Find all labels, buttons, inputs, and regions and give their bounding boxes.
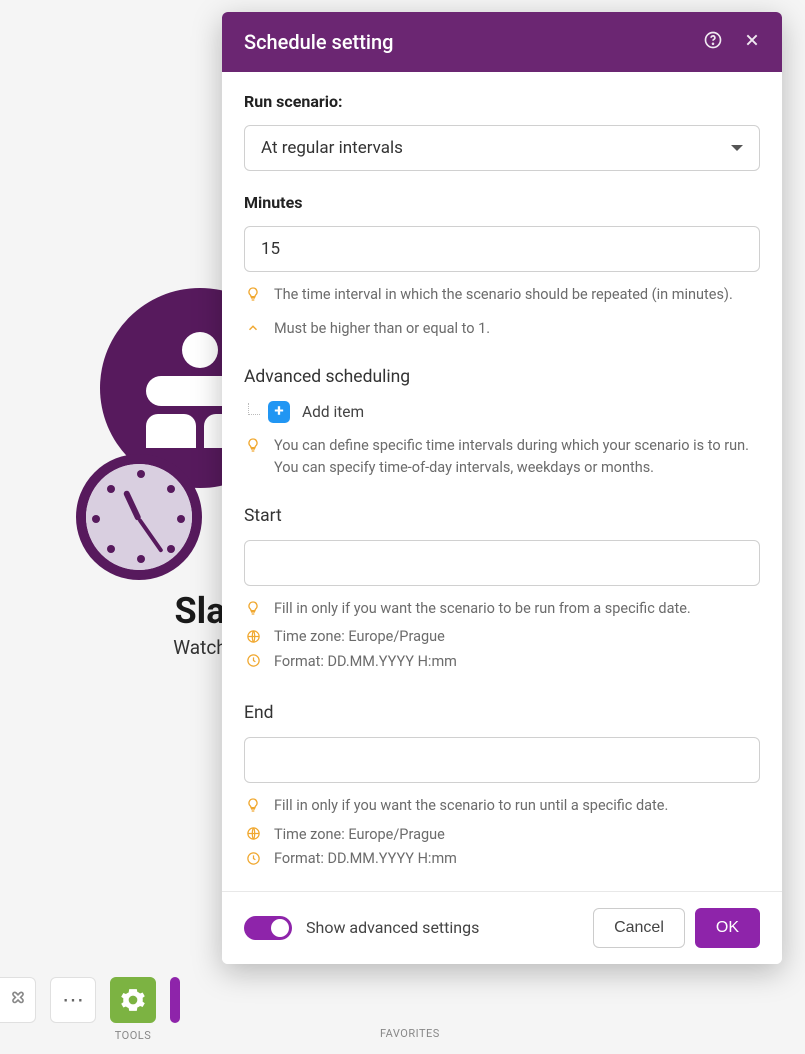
bulb-icon (244, 599, 262, 617)
start-timezone: Time zone: Europe/Prague (274, 626, 445, 648)
clock-icon (86, 464, 192, 570)
advanced-hint: You can define specific time intervals d… (274, 435, 760, 480)
globe-icon (244, 825, 262, 843)
start-label: Start (244, 506, 760, 526)
end-format: Format: DD.MM.YYYY H:mm (274, 848, 457, 870)
start-format: Format: DD.MM.YYYY H:mm (274, 651, 457, 673)
modal-body: Run scenario: At regular intervals Minut… (222, 72, 782, 891)
modal-header: Schedule setting (222, 12, 782, 72)
minutes-hint: The time interval in which the scenario … (274, 284, 733, 306)
chevron-down-icon (731, 145, 743, 151)
warning-icon (244, 319, 262, 337)
bulb-icon (244, 796, 262, 814)
bulb-icon (244, 285, 262, 303)
minutes-constraint: Must be higher than or equal to 1. (274, 318, 490, 340)
end-timezone: Time zone: Europe/Prague (274, 824, 445, 846)
favorites-caption: FAVORITES (380, 1027, 440, 1040)
show-advanced-label: Show advanced settings (306, 918, 479, 937)
help-icon (704, 31, 722, 49)
schedule-clock-badge[interactable] (76, 454, 202, 580)
end-input[interactable] (244, 737, 760, 783)
modal-title: Schedule setting (244, 30, 393, 54)
minutes-input[interactable] (244, 226, 760, 272)
tools-button[interactable] (110, 977, 156, 1023)
plugin-icon (7, 989, 29, 1011)
more-icon: ⋯ (62, 988, 84, 1013)
schedule-setting-modal: Schedule setting Run scenario: At regula… (222, 12, 782, 964)
show-advanced-toggle[interactable] (244, 916, 292, 940)
bottom-toolbar: ⋯ TOOLS (0, 977, 180, 1042)
tools-caption: TOOLS (115, 1029, 152, 1042)
add-item-label[interactable]: Add item (302, 403, 364, 421)
plugin-button[interactable] (0, 977, 36, 1023)
clock-icon (244, 652, 262, 670)
run-scenario-value: At regular intervals (261, 138, 403, 158)
end-hint: Fill in only if you want the scenario to… (274, 795, 668, 817)
minutes-label: Minutes (244, 193, 760, 212)
end-label: End (244, 703, 760, 723)
start-hint: Fill in only if you want the scenario to… (274, 598, 691, 620)
globe-icon (244, 627, 262, 645)
cancel-button[interactable]: Cancel (593, 908, 685, 948)
help-button[interactable] (704, 31, 722, 54)
add-item-button[interactable]: + (268, 401, 290, 423)
close-icon (744, 32, 760, 48)
tree-indent-icon (248, 403, 260, 415)
gear-icon (120, 987, 146, 1013)
advanced-scheduling-label: Advanced scheduling (244, 367, 760, 387)
ok-button[interactable]: OK (695, 908, 760, 948)
start-input[interactable] (244, 540, 760, 586)
run-scenario-label: Run scenario: (244, 92, 760, 111)
modal-footer: Show advanced settings Cancel OK (222, 891, 782, 964)
run-scenario-select[interactable]: At regular intervals (244, 125, 760, 171)
bulb-icon (244, 436, 262, 454)
close-button[interactable] (744, 32, 760, 53)
more-button[interactable]: ⋯ (50, 977, 96, 1023)
clock-icon (244, 849, 262, 867)
favorites-button-edge[interactable] (170, 977, 180, 1023)
